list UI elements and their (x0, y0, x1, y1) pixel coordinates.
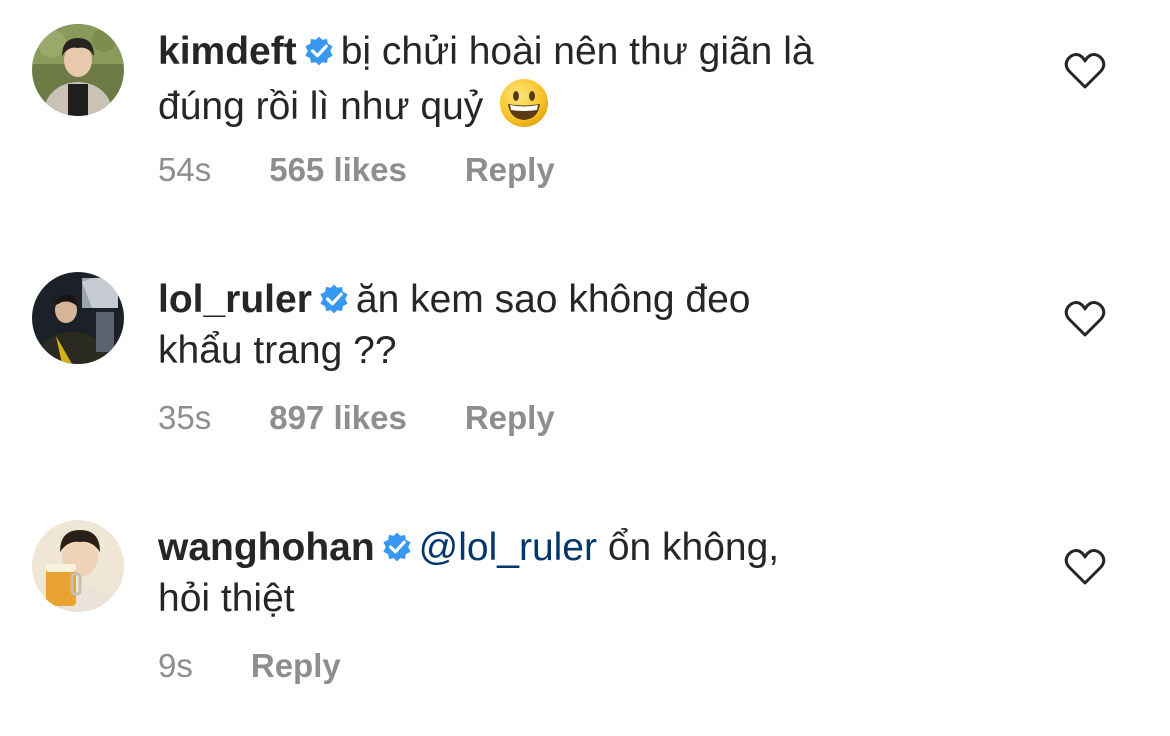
comment-body: ăn kem sao không đeo (355, 278, 751, 321)
reply-button[interactable]: Reply (251, 647, 341, 684)
verified-badge-icon (383, 532, 411, 562)
comment-item: kimdeft bị chửi hoài nên thư giãn là đún… (0, 0, 1170, 200)
comment-time: 9s (158, 647, 193, 684)
username-link[interactable]: wanghohan (158, 526, 375, 569)
comment-meta: 35s 897 likes Reply (158, 399, 613, 437)
heart-outline-icon[interactable] (1064, 300, 1106, 338)
comment-meta: 54s 565 likes Reply (158, 151, 613, 189)
comment-meta: 9s Reply (158, 647, 399, 685)
grinning-face-emoji (500, 79, 549, 127)
username-link[interactable]: kimdeft (158, 30, 297, 73)
wanghohan-avatar-image (32, 520, 124, 612)
verified-badge-icon (305, 36, 333, 66)
comment-text: kimdeft bị chửi hoài nên thư giãn là đún… (158, 26, 958, 132)
likes-count[interactable]: 897 likes (269, 399, 407, 436)
comment-text: wanghohan @lol_ruler ổn không, hỏi thiệt (158, 522, 958, 624)
comment-time: 35s (158, 399, 212, 436)
comment-item: lol_ruler ăn kem sao không đeo khẩu tran… (0, 248, 1170, 448)
comment-body-line2: hỏi thiệt (158, 577, 295, 620)
heart-outline-icon[interactable] (1064, 548, 1106, 586)
comment-item: wanghohan @lol_ruler ổn không, hỏi thiệt… (0, 496, 1170, 696)
comment-body-line2: đúng rồi lì như quỷ (158, 85, 484, 128)
comment-body: ổn không, (607, 526, 780, 569)
avatar[interactable] (32, 272, 124, 364)
comment-body-line2: khẩu trang ?? (158, 329, 397, 372)
reply-button[interactable]: Reply (465, 399, 555, 436)
kimdeft-avatar-image (32, 24, 124, 116)
verified-badge-icon (320, 284, 348, 314)
likes-count[interactable]: 565 likes (269, 151, 407, 188)
heart-outline-icon[interactable] (1064, 52, 1106, 90)
comment-body: bị chửi hoài nên thư giãn là (340, 30, 814, 73)
comment-text: lol_ruler ăn kem sao không đeo khẩu tran… (158, 274, 958, 376)
lol-ruler-avatar-image (32, 272, 124, 364)
comment-time: 54s (158, 151, 212, 188)
reply-button[interactable]: Reply (465, 151, 555, 188)
mention-link[interactable]: @lol_ruler (419, 526, 597, 569)
avatar[interactable] (32, 24, 124, 116)
username-link[interactable]: lol_ruler (158, 278, 312, 321)
avatar[interactable] (32, 520, 124, 612)
